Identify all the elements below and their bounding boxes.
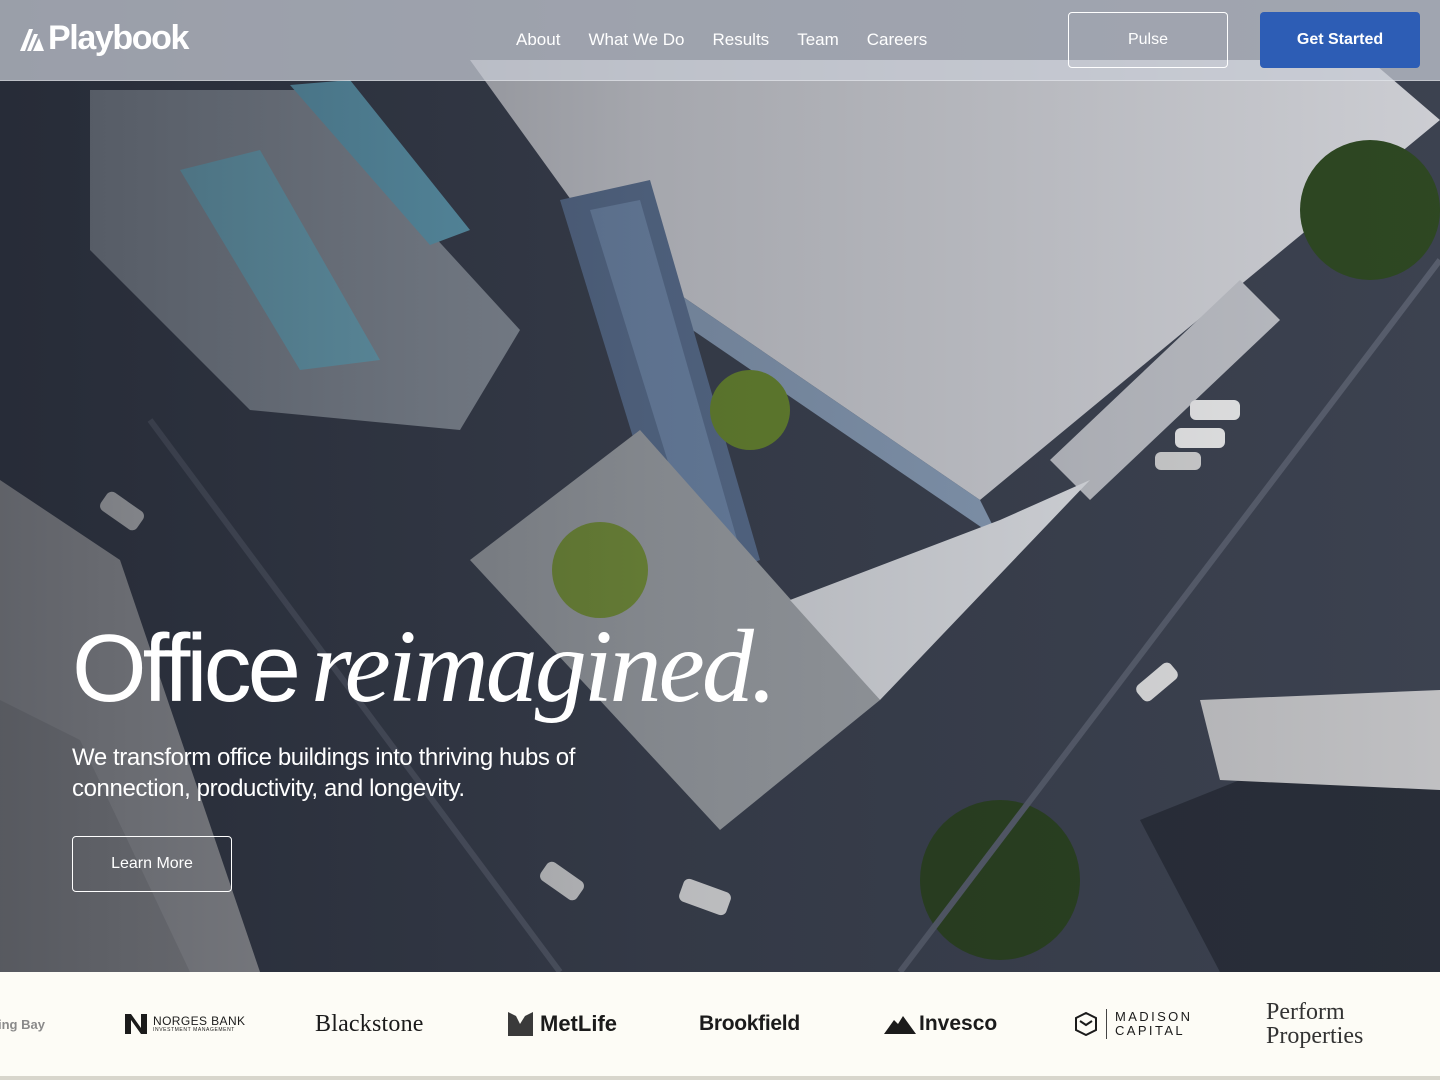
partner-logo-brookfield: Brookfield xyxy=(699,1012,800,1035)
nav-link-what-we-do[interactable]: What We Do xyxy=(574,28,698,52)
headline-italic: reimagined. xyxy=(311,609,777,724)
madison-line-2: CAPITAL xyxy=(1115,1023,1186,1038)
partner-logo-norges-bank: NORGES BANK INVESTMENT MANAGEMENT xyxy=(125,972,245,1076)
invesco-name: Invesco xyxy=(919,1012,998,1035)
nav-links: About What We Do Results Team Careers xyxy=(502,28,941,52)
partner-logo-strip: ing Bay NORGES BANK INVESTMENT MANAGEMEN… xyxy=(0,972,1440,1076)
partner-logo-perform-properties: Perform Properties xyxy=(1266,972,1363,1076)
partner-logo-metlife: MetLife xyxy=(508,972,617,1076)
invesco-mountain-icon xyxy=(884,1016,916,1034)
hero-subtitle: We transform office buildings into thriv… xyxy=(72,744,575,802)
norges-bank-icon xyxy=(125,1014,147,1034)
get-started-button[interactable]: Get Started xyxy=(1260,12,1420,68)
partner-logo-partial: ing Bay xyxy=(0,1016,45,1032)
hero-section: Office reimagined. We transform office b… xyxy=(0,0,1440,972)
nav-link-careers[interactable]: Careers xyxy=(853,28,941,52)
metlife-icon xyxy=(508,1012,533,1036)
playbook-logo[interactable]: Playbook xyxy=(20,18,189,58)
nav-link-results[interactable]: Results xyxy=(699,28,784,52)
partner-logo-blackstone: Blackstone xyxy=(315,1010,424,1037)
metlife-name: MetLife xyxy=(540,1011,617,1036)
norges-bank-name: NORGES BANK xyxy=(153,1013,246,1028)
nav-link-team[interactable]: Team xyxy=(783,28,853,52)
madison-capital-icon xyxy=(1075,1012,1097,1036)
perform-line-2: Properties xyxy=(1266,1023,1364,1049)
headline-plain: Office xyxy=(72,615,301,722)
pulse-button[interactable]: Pulse xyxy=(1068,12,1228,68)
logo-text: Playbook xyxy=(48,19,189,57)
perform-line-1: Perform xyxy=(1266,999,1345,1025)
norges-bank-subtitle: INVESTMENT MANAGEMENT xyxy=(153,1026,235,1033)
playbook-logo-icon xyxy=(20,29,44,51)
strip-bottom-border xyxy=(0,1076,1440,1080)
learn-more-button[interactable]: Learn More xyxy=(72,836,232,892)
madison-line-1: MADISON xyxy=(1115,1009,1193,1024)
partner-logo-invesco: Invesco xyxy=(884,972,997,1076)
partner-logo-madison-capital: MADISON CAPITAL xyxy=(1075,972,1192,1076)
hero-headline: Office reimagined. xyxy=(72,609,777,724)
nav-link-about[interactable]: About xyxy=(502,28,574,52)
madison-divider xyxy=(1106,1009,1107,1039)
top-navbar: Playbook About What We Do Results Team C… xyxy=(0,0,1440,81)
hero-overlay xyxy=(0,0,1440,972)
